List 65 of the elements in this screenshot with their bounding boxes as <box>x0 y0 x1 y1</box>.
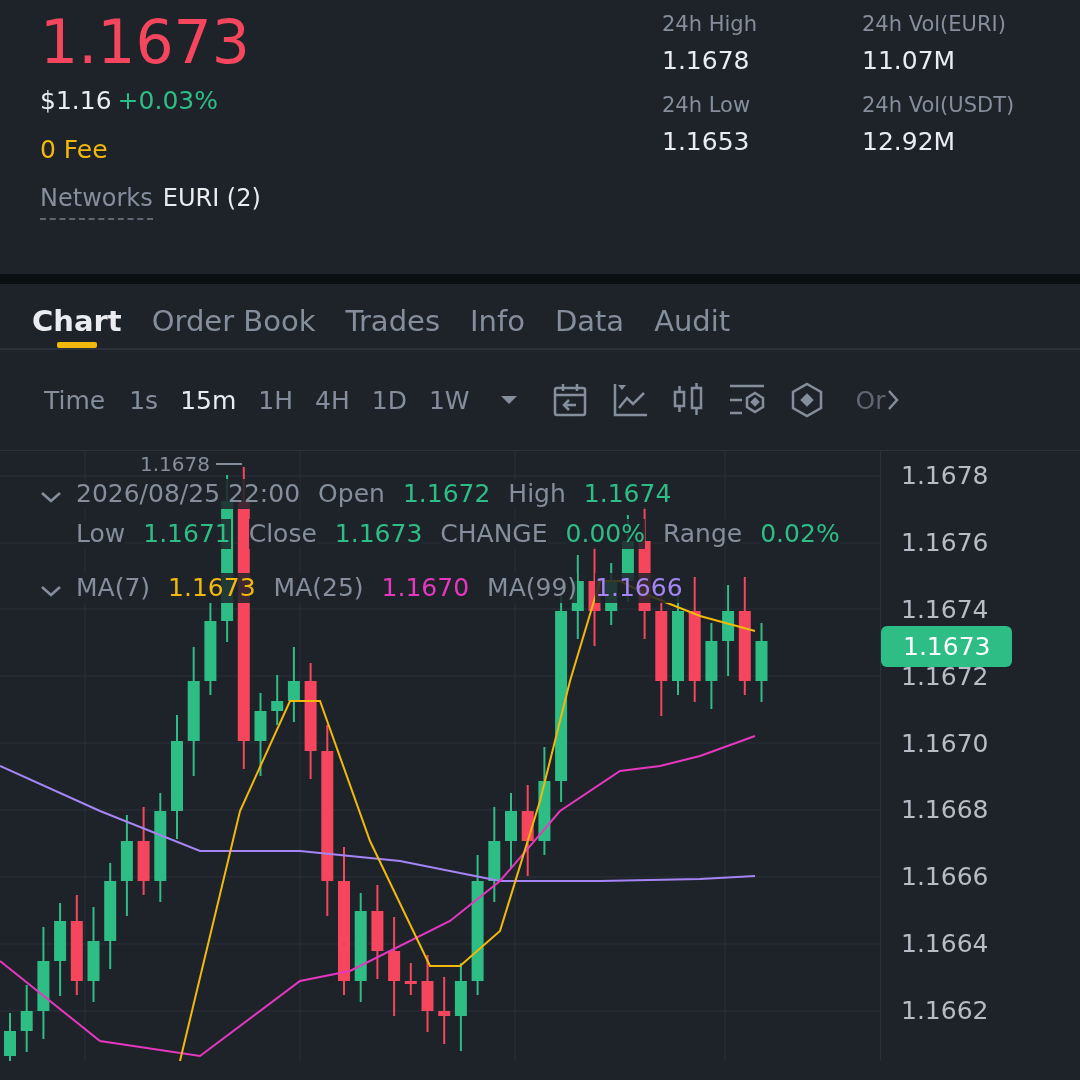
stat-label: 24h Vol(EURI) <box>862 12 1007 36</box>
candlestick <box>271 674 284 726</box>
stat-label: 24h Vol(USDT) <box>862 93 1016 117</box>
stat-value: 12.92M <box>862 127 957 156</box>
tab[interactable]: Info <box>460 294 535 348</box>
calendar-icon[interactable] <box>551 382 588 418</box>
high-marker-label: 1.1678 <box>140 453 210 475</box>
current-price-tag: 1.1673 <box>881 626 1013 667</box>
candlestick-icon[interactable] <box>671 382 704 418</box>
stat-value: 1.1678 <box>662 46 751 75</box>
more-tab-label[interactable]: Or <box>855 385 886 415</box>
price-axis-label: 1.1664 <box>901 928 990 961</box>
usd-price: $1.16 <box>40 86 112 115</box>
price-axis-label: 1.1668 <box>901 794 990 827</box>
ohlc-label: Low <box>76 519 126 549</box>
price-axis-label: 1.1676 <box>901 526 990 559</box>
interval-button[interactable]: 1H <box>254 385 297 415</box>
price-axis-label: 1.1670 <box>901 727 990 760</box>
interval-button[interactable]: 1s <box>125 385 163 415</box>
candlestick <box>20 984 33 1053</box>
price-axis-label: 1.1674 <box>901 593 990 626</box>
tab[interactable]: Chart <box>22 294 132 348</box>
price-axis-label: 1.1662 <box>901 995 990 1028</box>
collapse-chevron-icon[interactable] <box>40 585 62 597</box>
ma-label: MA(25) <box>273 573 364 603</box>
stat-value: 1.1653 <box>662 127 751 156</box>
candle-date: 2026/08/25 22:00 <box>76 479 301 509</box>
candlestick <box>404 962 417 996</box>
candlestick <box>4 1012 16 1061</box>
price-change: +0.03% <box>117 86 218 115</box>
interval-button[interactable]: 1W <box>424 385 474 415</box>
ohlc-label: Close <box>248 519 317 549</box>
time-label: Time <box>44 385 106 415</box>
stat-label: 24h Low <box>662 93 752 117</box>
interval-button[interactable]: 1D <box>367 385 411 415</box>
ma-label: MA(7) <box>76 573 151 603</box>
price-axis-label: 1.1678 <box>901 460 990 492</box>
networks-value: EURI (2) <box>162 184 261 212</box>
leader-line <box>216 463 242 465</box>
tab[interactable]: Order Book <box>141 294 326 348</box>
tab[interactable]: Audit <box>644 294 741 348</box>
interval-button[interactable]: 4H <box>311 385 354 415</box>
ma-value: 1.1673 <box>168 573 256 603</box>
collapse-chevron-icon[interactable] <box>40 491 62 503</box>
networks-label[interactable]: Networks <box>40 184 153 220</box>
ohlc-label: High <box>508 479 566 509</box>
dropdown-caret-icon[interactable] <box>499 395 518 405</box>
tab[interactable]: Data <box>544 294 635 348</box>
stat-label: 24h High <box>662 12 758 36</box>
stat-value: 11.07M <box>862 46 957 75</box>
tab[interactable]: Trades <box>335 294 450 348</box>
ohlc-value: 1.1671 <box>143 519 231 549</box>
ma-value: 1.1666 <box>595 573 683 603</box>
ohlc-label: CHANGE <box>440 519 548 549</box>
fee-label: 0 Fee <box>40 135 109 164</box>
hexagon-icon[interactable] <box>789 382 824 418</box>
last-price: 1.1673 <box>40 6 251 79</box>
candlestick <box>438 976 451 1045</box>
ma-label: MA(99) <box>487 573 578 603</box>
interval-button[interactable]: 15m <box>176 385 241 415</box>
ohlc-label: Range <box>662 519 743 549</box>
price-axis-label: 1.1666 <box>901 861 990 894</box>
line-chart-icon[interactable] <box>611 382 648 418</box>
chevron-right-icon[interactable] <box>887 389 900 411</box>
ohlc-value: 0.00% <box>565 519 645 549</box>
